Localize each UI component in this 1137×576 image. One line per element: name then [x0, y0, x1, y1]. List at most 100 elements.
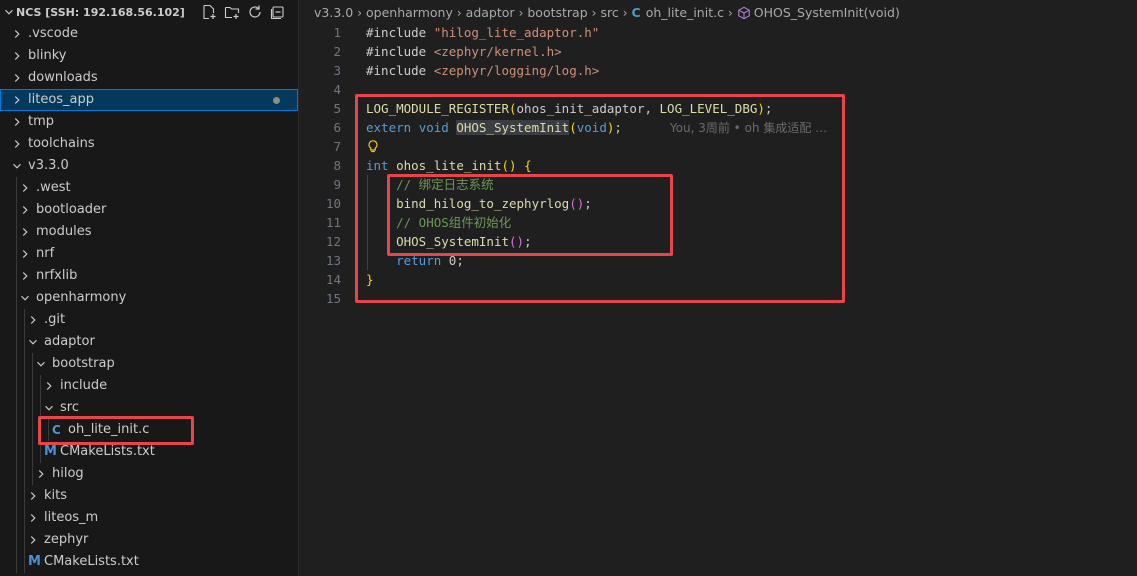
- code-editor[interactable]: v3.3.0 › openharmony › adaptor › bootstrap › src…: [299, 0, 1137, 576]
- code-token: // OHOS组件初始化: [396, 215, 512, 230]
- indent-guide: [367, 213, 368, 232]
- tree-folder[interactable]: bootstrap: [0, 353, 298, 375]
- tree-item-label: src: [60, 400, 79, 415]
- indent-guide: [24, 309, 25, 331]
- code-line[interactable]: 11 // OHOS组件初始化: [299, 213, 1137, 232]
- code-line[interactable]: 3 #include <zephyr/logging/log.h>: [299, 61, 1137, 80]
- tree-item-label: v3.3.0: [28, 158, 69, 173]
- code-token: <zephyr/logging/log.h>: [433, 63, 600, 78]
- new-folder-icon[interactable]: [224, 4, 240, 20]
- code-text: OHOS_SystemInit();: [366, 232, 532, 251]
- code-token: LOG_MODULE_REGISTER: [366, 101, 509, 116]
- indent-guide: [16, 243, 17, 265]
- chevron-down-icon[interactable]: [2, 5, 16, 19]
- code-line[interactable]: 14}: [299, 270, 1137, 289]
- explorer-actions: [201, 4, 286, 20]
- chevron-right-icon: ›: [518, 6, 524, 20]
- tree-folder[interactable]: .git: [0, 309, 298, 331]
- tree-folder[interactable]: zephyr: [0, 529, 298, 551]
- code-line[interactable]: 10 bind_hilog_to_zephyrlog();: [299, 194, 1137, 213]
- tree-folder[interactable]: downloads: [0, 67, 298, 89]
- tree-folder[interactable]: .vscode: [0, 23, 298, 45]
- tree-folder[interactable]: .west: [0, 177, 298, 199]
- explorer-header[interactable]: NCS [SSH: 192.168.56.102]: [0, 0, 298, 24]
- tree-folder[interactable]: liteos_m: [0, 507, 298, 529]
- tree-file[interactable]: M CMakeLists.txt: [0, 441, 298, 463]
- code-line[interactable]: 7: [299, 137, 1137, 156]
- line-number: 10: [325, 196, 341, 211]
- tree-item-label: liteos_m: [44, 510, 99, 525]
- chevron-right-icon: [38, 470, 44, 478]
- code-line[interactable]: 13 return 0;: [299, 251, 1137, 270]
- lightbulb-icon[interactable]: [366, 139, 380, 154]
- breadcrumb-item[interactable]: bootstrap: [527, 3, 587, 23]
- tree-folder[interactable]: hilog: [0, 463, 298, 485]
- tree-folder[interactable]: nrfxlib: [0, 265, 298, 287]
- code-line[interactable]: 1 #include "hilog_lite_adaptor.h": [299, 23, 1137, 42]
- tree-item-label: downloads: [28, 70, 98, 85]
- collapse-all-icon[interactable]: [270, 4, 286, 20]
- indent-guide: [32, 441, 33, 463]
- indent-guide: [24, 353, 25, 375]
- code-line[interactable]: 9 // 绑定日志系统: [299, 175, 1137, 194]
- indent-guide: [16, 463, 17, 485]
- tree-folder[interactable]: toolchains: [0, 133, 298, 155]
- tree-folder[interactable]: liteos_app: [0, 89, 298, 111]
- breadcrumb-file[interactable]: oh_lite_init.c: [646, 3, 724, 23]
- tree-item-label: tmp: [28, 114, 55, 129]
- tree-folder[interactable]: src: [0, 397, 298, 419]
- tree-folder[interactable]: openharmony: [0, 287, 298, 309]
- indent-guide: [16, 309, 17, 331]
- tree-folder[interactable]: blinky: [0, 45, 298, 67]
- breadcrumb-item[interactable]: adaptor: [466, 3, 515, 23]
- code-line[interactable]: 2 #include <zephyr/kernel.h>: [299, 42, 1137, 61]
- code-token: ;: [524, 234, 532, 249]
- indent-guide: [24, 397, 25, 419]
- tree-file[interactable]: M CMakeLists.txt: [0, 551, 298, 573]
- code-line[interactable]: 4: [299, 80, 1137, 99]
- code-area[interactable]: 1 #include "hilog_lite_adaptor.h" 2 #includ…: [299, 23, 1137, 308]
- breadcrumb-item[interactable]: v3.3.0: [314, 3, 353, 23]
- tree-file[interactable]: Coh_lite_init.c: [0, 419, 298, 441]
- chevron-right-icon: [14, 140, 20, 148]
- breadcrumb-item[interactable]: src: [600, 3, 618, 23]
- code-line[interactable]: 15: [299, 289, 1137, 308]
- chevron-down-icon: [29, 339, 37, 345]
- indent-guide: [24, 419, 25, 441]
- modified-dot-icon: [273, 97, 280, 104]
- indent-guide: [24, 551, 25, 573]
- tree-folder[interactable]: modules: [0, 221, 298, 243]
- chevron-right-icon: [30, 536, 36, 544]
- tree-folder[interactable]: nrf: [0, 243, 298, 265]
- code-token: OHOS_SystemInit: [456, 120, 570, 135]
- tree-folder[interactable]: adaptor: [0, 331, 298, 353]
- breadcrumb-symbol[interactable]: OHOS_SystemInit(void): [754, 3, 900, 23]
- indent-guide: [24, 331, 25, 353]
- tree-folder[interactable]: kits: [0, 485, 298, 507]
- code-token: #include: [366, 63, 434, 78]
- code-line[interactable]: 6 extern void OHOS_SystemInit(void); You, …: [299, 118, 1137, 137]
- tree-folder[interactable]: v3.3.0: [0, 155, 298, 177]
- code-text: bind_hilog_to_zephyrlog();: [366, 194, 592, 213]
- code-line[interactable]: 8 int ohos_lite_init() {: [299, 156, 1137, 175]
- line-number: 14: [325, 272, 341, 287]
- indent-guide: [32, 353, 33, 375]
- chevron-right-icon: [14, 52, 20, 60]
- code-line[interactable]: 12 OHOS_SystemInit();: [299, 232, 1137, 251]
- refresh-icon[interactable]: [247, 4, 263, 20]
- line-number: 8: [333, 158, 341, 173]
- breadcrumb-item[interactable]: openharmony: [366, 3, 453, 23]
- code-text: #include <zephyr/kernel.h>: [366, 42, 562, 61]
- new-file-icon[interactable]: [201, 4, 217, 20]
- tree-item-label: nrfxlib: [36, 268, 78, 283]
- code-line[interactable]: 5 LOG_MODULE_REGISTER(ohos_init_adaptor, …: [299, 99, 1137, 118]
- tree-folder[interactable]: tmp: [0, 111, 298, 133]
- indent-guide: [16, 353, 17, 375]
- tree-item-label: CMakeLists.txt: [44, 554, 139, 569]
- tree-folder[interactable]: include: [0, 375, 298, 397]
- tree-folder[interactable]: bootloader: [0, 199, 298, 221]
- indent-guide: [16, 441, 17, 463]
- explorer-sidebar: NCS [SSH: 192.168.56.102] .vscode blinky d…: [0, 0, 299, 576]
